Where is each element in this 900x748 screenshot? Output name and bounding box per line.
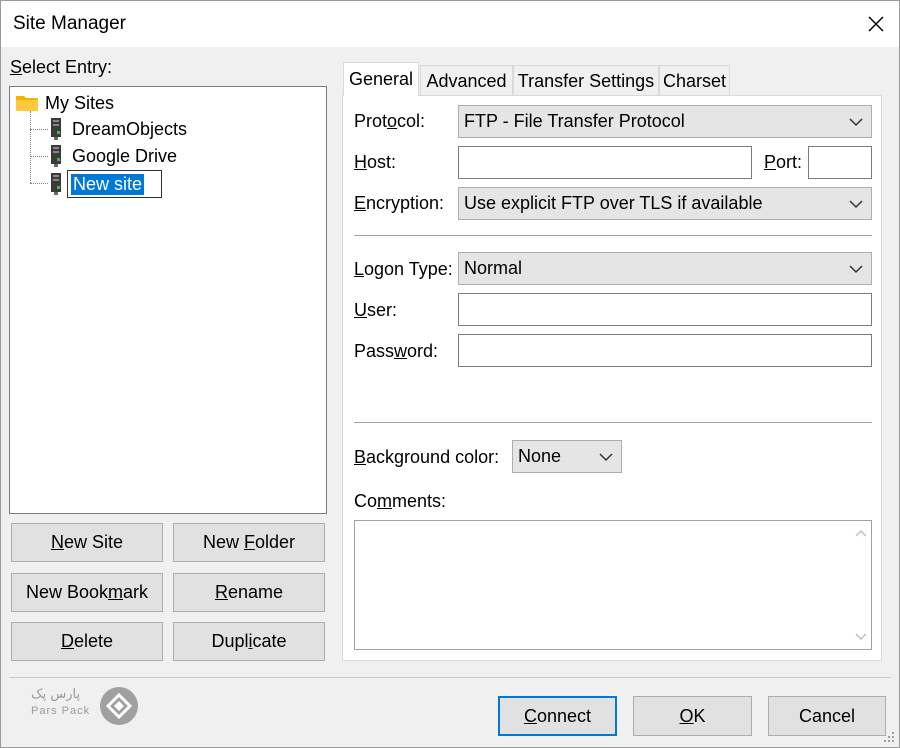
site-tree[interactable]: My Sites DreamObjects Google Drive New s… <box>9 86 327 514</box>
server-icon <box>51 118 61 140</box>
background-color-select[interactable]: None <box>512 440 622 473</box>
tab-transfer-settings[interactable]: Transfer Settings <box>513 65 659 96</box>
protocol-label: Protocol: <box>354 111 426 131</box>
tree-item-label: Google Drive <box>72 145 178 166</box>
host-label: Host: <box>354 152 397 172</box>
rename-button[interactable]: Rename <box>173 573 325 612</box>
tree-item-dreamobjects[interactable]: DreamObjects <box>48 116 187 142</box>
site-manager-window: Site Manager Select Entry: My Sites Drea… <box>0 0 900 748</box>
section-divider <box>354 422 872 423</box>
title-bar: Site Manager <box>1 1 899 47</box>
logo-text-fa: پارس پک <box>31 687 81 702</box>
user-label: User: <box>354 300 398 320</box>
footer-divider <box>9 677 891 678</box>
tree-item-new-site[interactable]: New site <box>48 169 162 199</box>
protocol-select[interactable]: FTP - File Transfer Protocol <box>458 105 872 138</box>
user-input[interactable] <box>458 293 872 326</box>
tree-connector <box>30 111 31 183</box>
host-input[interactable] <box>458 146 752 179</box>
chevron-down-icon <box>849 264 863 273</box>
server-icon <box>51 173 61 195</box>
delete-button[interactable]: Delete <box>11 622 163 661</box>
new-folder-button[interactable]: New Folder <box>173 523 325 562</box>
close-button[interactable] <box>853 1 899 47</box>
encryption-label: Encryption: <box>354 193 445 213</box>
logon-type-select[interactable]: Normal <box>458 252 872 285</box>
section-divider <box>354 235 872 236</box>
folder-icon <box>16 96 38 111</box>
parspack-logo-icon <box>100 687 138 725</box>
rename-input-selection: New site <box>71 173 145 195</box>
password-input[interactable] <box>458 334 872 367</box>
encryption-value: Use explicit FTP over TLS if available <box>464 193 763 213</box>
rename-input[interactable]: New site <box>67 170 162 198</box>
tree-connector <box>30 183 48 184</box>
tab-advanced[interactable]: Advanced <box>420 65 513 96</box>
port-input[interactable] <box>808 146 872 179</box>
tree-item-label: DreamObjects <box>72 118 188 139</box>
select-entry-label: Select Entry: <box>10 57 113 77</box>
chevron-down-icon <box>855 633 867 641</box>
logon-type-label: Logon Type: <box>354 259 453 279</box>
password-label: Password: <box>354 341 439 361</box>
tree-item-my-sites[interactable]: My Sites <box>15 90 114 116</box>
window-title: Site Manager <box>13 13 127 34</box>
tree-connector <box>30 129 48 130</box>
new-site-button[interactable]: New Site <box>11 523 163 562</box>
ok-button[interactable]: OK <box>633 696 752 736</box>
tree-item-label: My Sites <box>45 92 115 113</box>
tab-general[interactable]: General <box>343 62 419 96</box>
cancel-button[interactable]: Cancel <box>768 696 886 736</box>
chevron-up-icon <box>855 529 867 537</box>
logo-text-en: Pars Pack <box>31 705 91 717</box>
comments-scrollbar[interactable] <box>851 521 871 649</box>
comments-label: Comments: <box>354 491 447 511</box>
port-label: Port: <box>764 152 803 172</box>
encryption-select[interactable]: Use explicit FTP over TLS if available <box>458 187 872 220</box>
background-color-label: Background color: <box>354 447 500 467</box>
tree-connector <box>30 156 48 157</box>
logon-type-value: Normal <box>464 258 523 278</box>
chevron-down-icon <box>599 452 613 461</box>
new-bookmark-button[interactable]: New Bookmark <box>11 573 163 612</box>
tree-item-google-drive[interactable]: Google Drive <box>48 143 177 169</box>
parspack-logo: پارس پک Pars Pack <box>31 687 141 727</box>
background-color-value: None <box>518 446 562 466</box>
tab-charset[interactable]: Charset <box>659 65 730 96</box>
protocol-value: FTP - File Transfer Protocol <box>464 111 685 131</box>
resize-grip-icon[interactable] <box>883 731 895 743</box>
chevron-down-icon <box>849 199 863 208</box>
server-icon <box>51 145 61 167</box>
connect-button[interactable]: Connect <box>498 696 617 736</box>
chevron-down-icon <box>849 117 863 126</box>
close-icon <box>868 16 884 32</box>
comments-textarea[interactable] <box>354 520 872 650</box>
duplicate-button[interactable]: Duplicate <box>173 622 325 661</box>
